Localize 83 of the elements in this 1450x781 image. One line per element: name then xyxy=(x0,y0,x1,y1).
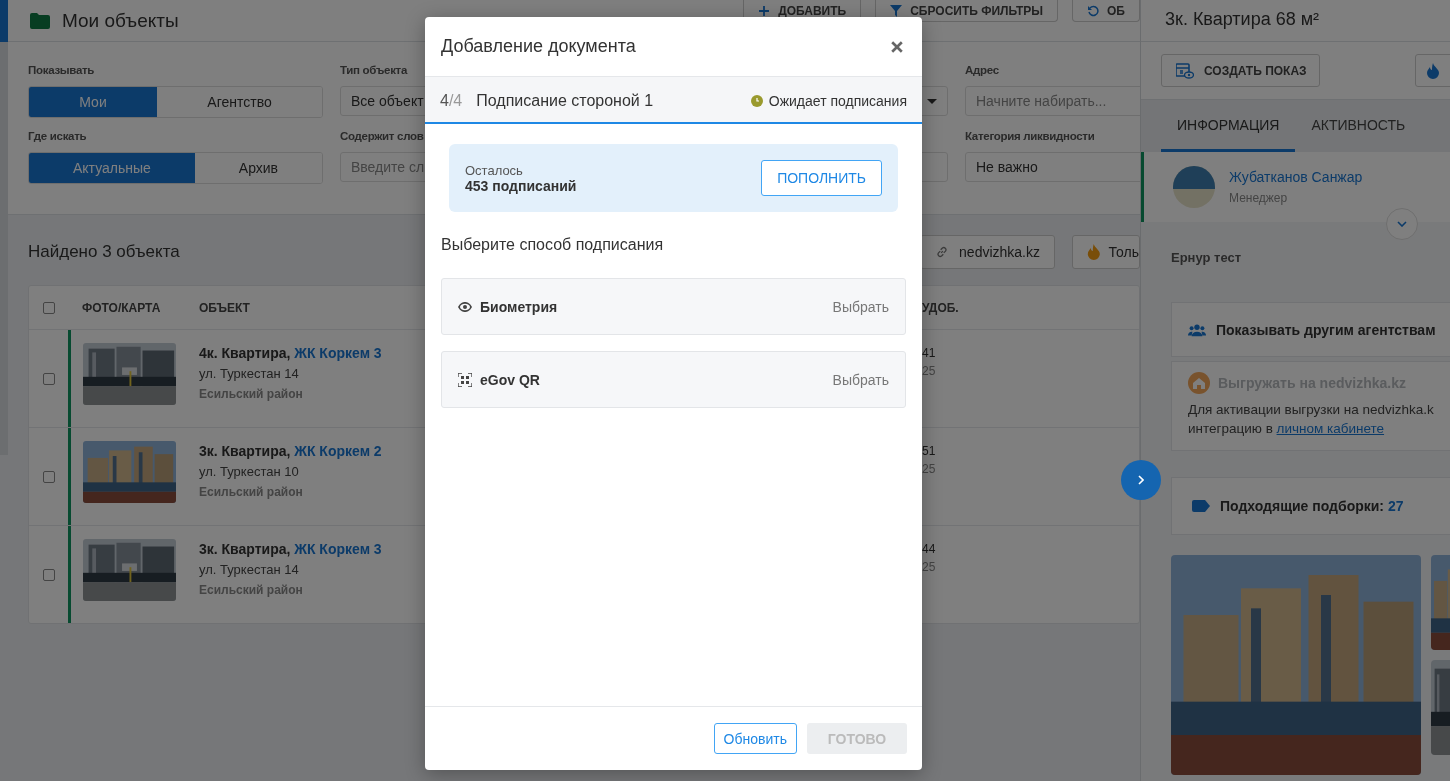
district-text: Есильский район xyxy=(199,387,303,401)
avatar xyxy=(1173,166,1215,208)
share-card[interactable]: Показывать другим агентствам xyxy=(1171,302,1450,357)
complex-link[interactable]: ЖК Коркем 2 xyxy=(294,443,382,459)
checkbox[interactable] xyxy=(42,301,55,314)
balance-label: Осталось xyxy=(465,162,524,178)
expand-button[interactable] xyxy=(1386,208,1418,240)
collections-card[interactable]: Подходящие подборки: 27 xyxy=(1171,477,1450,535)
flame-icon xyxy=(1426,62,1440,79)
panel-title: 3к. Квартира 68 м² xyxy=(1141,0,1450,42)
filter-label: Тип объекта xyxy=(340,64,409,78)
signing-method-option[interactable]: eGov QR Выбрать xyxy=(441,351,906,408)
select-field[interactable]: Не важно xyxy=(965,152,1140,182)
signing-method-option[interactable]: Биометрия Выбрать xyxy=(441,278,906,335)
refresh-icon xyxy=(1087,4,1100,17)
table-cell: 51 xyxy=(922,444,936,458)
checkbox[interactable] xyxy=(42,470,55,483)
complex-link[interactable]: ЖК Коркем 3 xyxy=(294,541,382,557)
export-hint: интеграцию в xyxy=(1188,421,1273,436)
tag-icon xyxy=(1192,500,1210,512)
eye-icon xyxy=(458,299,472,314)
district-text: Есильский район xyxy=(199,485,303,499)
table-cell: 44 xyxy=(922,542,936,556)
clock-icon xyxy=(750,94,763,107)
export-hint: Для активации выгрузки на nedvizhka.k xyxy=(1188,402,1435,417)
panel-tab[interactable]: АКТИВНОСТЬ xyxy=(1295,100,1422,152)
table-cell: 25 xyxy=(922,560,936,574)
toolbar-button[interactable]: ОБ xyxy=(1072,0,1140,22)
close-icon xyxy=(891,40,903,53)
step-counter: 4/4 xyxy=(440,91,463,110)
filter-label: Содержит слов xyxy=(340,130,425,144)
step-status: Ожидает подписания xyxy=(768,92,907,109)
apartment-title: 3к. Квартира, xyxy=(199,443,291,459)
link-icon xyxy=(935,244,950,260)
results-count: Найдено 3 объекта xyxy=(28,242,180,262)
manager-role: Менеджер xyxy=(1229,191,1289,205)
share-label: Показывать другим агентствам xyxy=(1216,321,1436,338)
complex-link[interactable]: ЖК Коркем 3 xyxy=(294,345,382,361)
chevron-right-icon xyxy=(1138,475,1144,485)
filter-label: Адрес xyxy=(965,64,1000,78)
manager-name-link[interactable]: Жубатканов Санжар xyxy=(1229,169,1363,185)
calendar-eye-icon xyxy=(1176,62,1194,79)
input-field[interactable]: Начните набирать... xyxy=(965,86,1140,116)
dialog-title: Добавление документа xyxy=(441,36,636,57)
collections-count[interactable]: 27 xyxy=(1388,498,1404,514)
folder-icon xyxy=(30,12,50,29)
plus-icon xyxy=(758,4,771,17)
toolbar-button[interactable]: СБРОСИТЬ ФИЛЬТРЫ xyxy=(875,0,1059,22)
column-header: ФОТО/КАРТА xyxy=(81,300,161,315)
checkbox[interactable] xyxy=(42,568,55,581)
column-header: УДОБ. xyxy=(922,300,959,315)
chevron-down-icon xyxy=(1397,221,1407,227)
apartment-title: 4к. Квартира, xyxy=(199,345,291,361)
top-up-button[interactable]: ПОПОЛНИТЬ xyxy=(761,160,882,196)
filter-label: Где искать xyxy=(28,130,88,144)
create-showing-button[interactable]: СОЗДАТЬ ПОКАЗ xyxy=(1161,54,1320,87)
filter-chip[interactable]: nedvizhka.kz xyxy=(920,235,1055,269)
page-title: Мои объекты xyxy=(62,9,179,32)
collections-label: Подходящие подборки: xyxy=(1220,498,1384,514)
step-title: Подписание стороной 1 xyxy=(476,91,654,110)
filter-label: Категория ликвидности xyxy=(965,130,1096,144)
address-text: ул. Туркестан 14 xyxy=(199,562,299,577)
segment-option[interactable]: Актуальные xyxy=(29,153,195,183)
note-text: Ернур тест xyxy=(1171,250,1243,265)
section-heading: Выберите способ подписания xyxy=(441,236,665,254)
table-cell: 25 xyxy=(922,462,936,476)
flame-icon xyxy=(1087,244,1101,260)
table-cell: 41 xyxy=(922,346,936,360)
checkbox[interactable] xyxy=(42,372,55,385)
address-text: ул. Туркестан 14 xyxy=(199,366,299,381)
column-header: ОБЪЕКТ xyxy=(199,300,250,315)
segment-option[interactable]: Мои xyxy=(29,87,158,117)
filter-chip[interactable]: Толь xyxy=(1072,235,1140,269)
table-cell: 25 xyxy=(922,364,936,378)
dialog-button[interactable]: Обновить xyxy=(713,723,797,754)
address-text: ул. Туркестан 10 xyxy=(199,464,299,479)
apartment-title: 3к. Квартира, xyxy=(199,541,291,557)
hot-button[interactable] xyxy=(1415,54,1450,87)
balance-count: 453 подписаний xyxy=(465,177,577,194)
qr-scan-icon xyxy=(458,372,472,387)
district-text: Есильский район xyxy=(199,583,303,597)
filter-label: Показывать xyxy=(28,64,96,78)
house-icon xyxy=(1188,372,1210,394)
